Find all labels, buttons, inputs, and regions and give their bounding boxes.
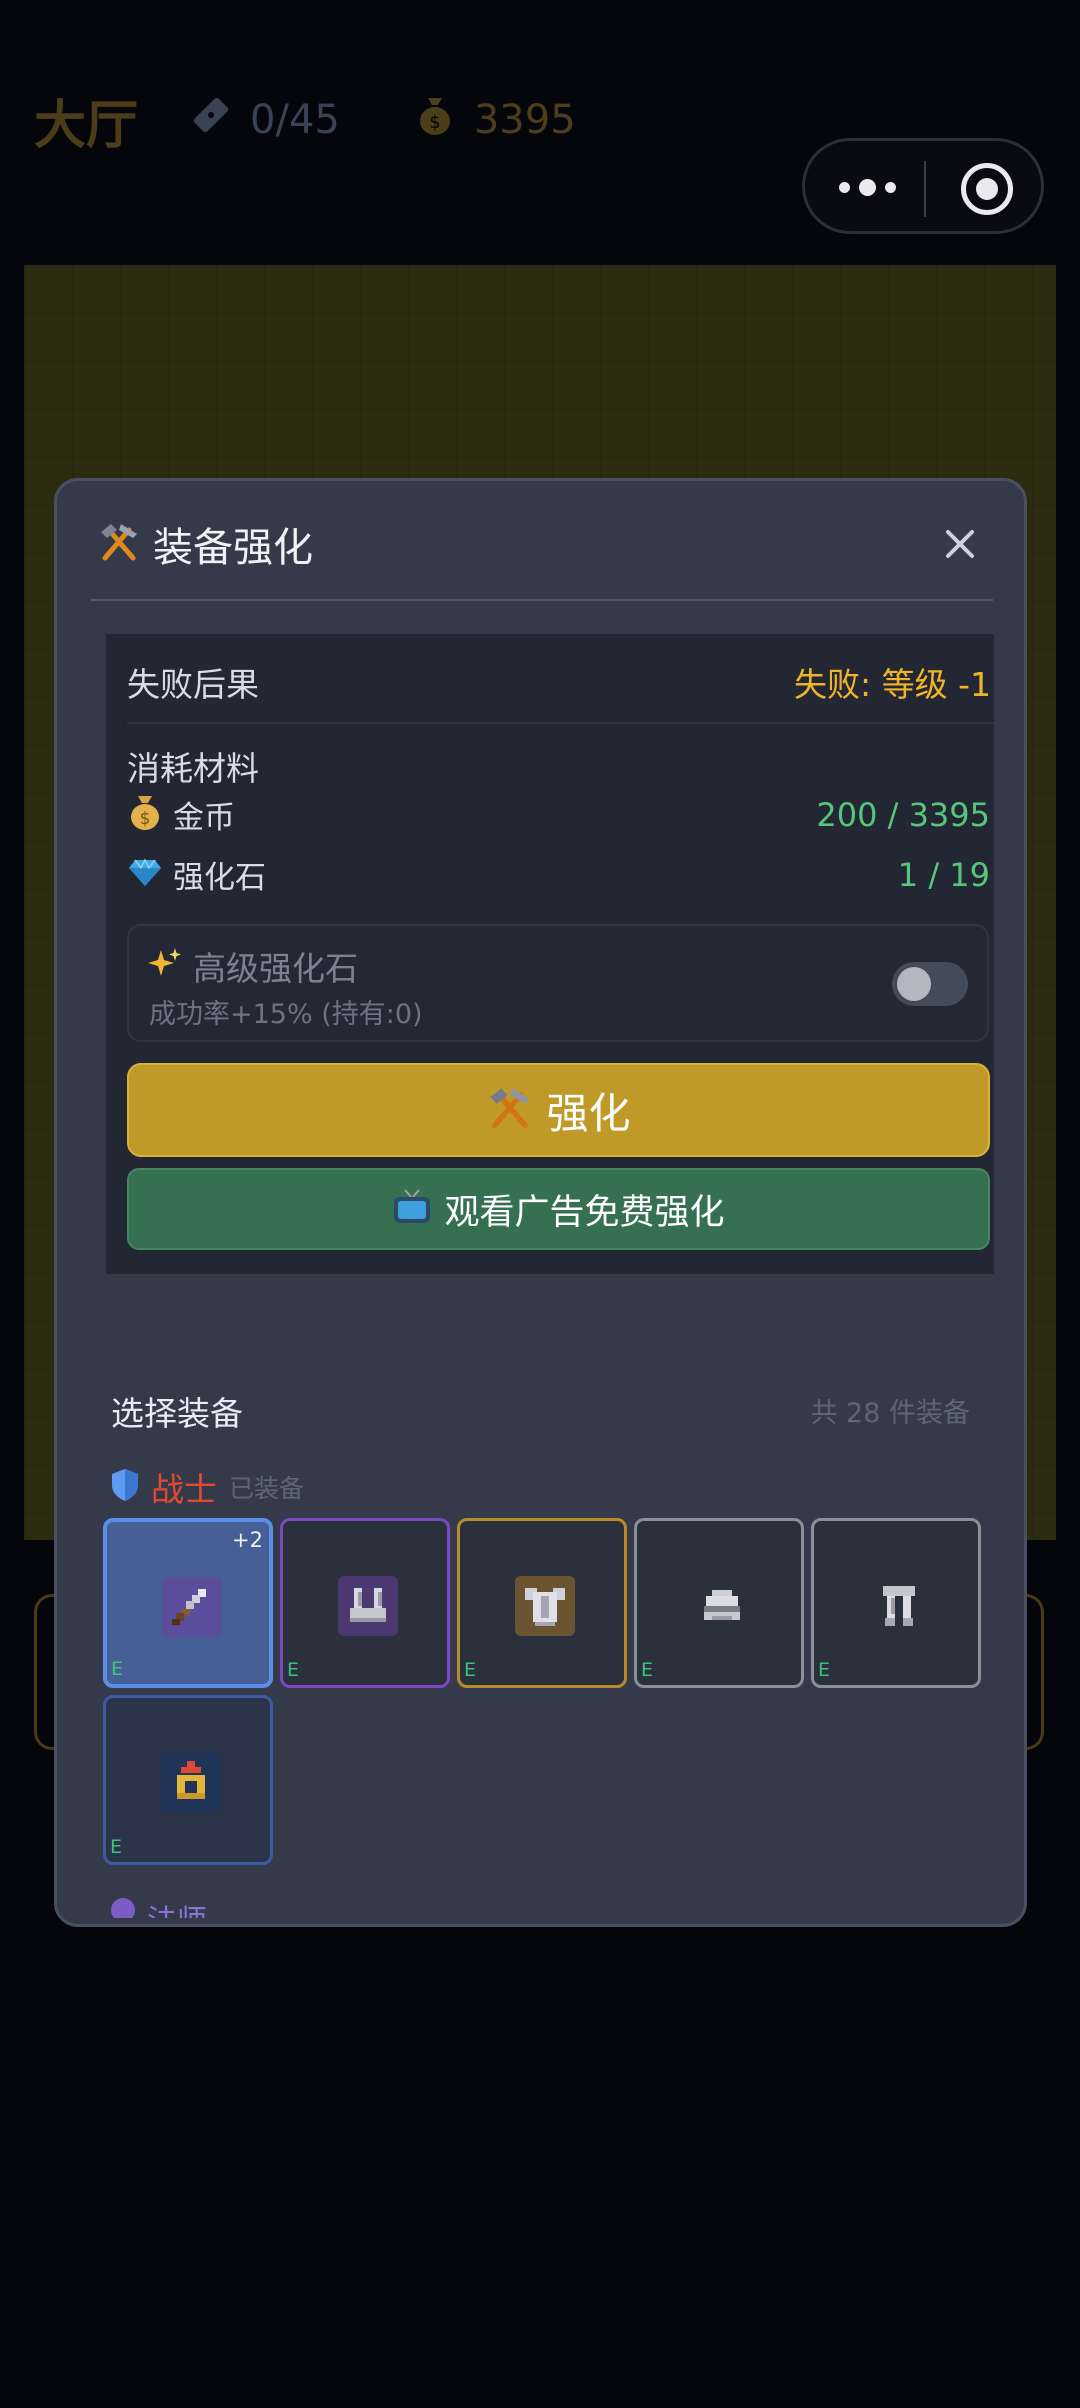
enhance-button[interactable]: 强化	[127, 1063, 990, 1157]
class-name: 战士	[151, 1470, 217, 1509]
mini-program-capsule	[802, 138, 1044, 234]
gold-amount: 3395	[473, 97, 576, 143]
watch-ad-button-label: 观看广告免费强化	[444, 1192, 725, 1233]
sword-icon	[162, 1577, 222, 1637]
equipment-slot[interactable]: E	[457, 1518, 627, 1688]
gold-label: 金币	[173, 799, 235, 836]
materials-title: 消耗材料	[127, 749, 259, 788]
equipped-tag: E	[641, 1659, 654, 1681]
hammer-pick-icon	[97, 520, 141, 568]
fail-consequence-row: 失败后果 失败: 等级 -1	[127, 634, 994, 724]
greaves-icon	[869, 1576, 929, 1636]
advanced-stone-toggle[interactable]	[892, 962, 968, 1006]
toggle-knob	[897, 967, 931, 1001]
equipment-slot[interactable]: E	[634, 1518, 804, 1688]
advanced-stone-title: 高级强化石	[147, 942, 358, 990]
equipped-tag: E	[111, 1658, 124, 1680]
modal-header: 装备强化	[57, 481, 1024, 599]
game-screen: 大厅 0/45 $ 3395 装备强化 失败后果 失败: 等级 -1 消耗材料 …	[0, 0, 1080, 2408]
helmet-icon	[692, 1576, 752, 1636]
enhance-button-label: 强化	[546, 1088, 631, 1138]
equipped-tag: E	[287, 1659, 300, 1681]
modal-title: 装备强化	[97, 515, 313, 573]
more-icon[interactable]	[839, 177, 899, 199]
equipped-tag: E	[110, 1836, 123, 1858]
hammer-pick-icon	[486, 1084, 534, 1136]
select-equipment-title: 选择装备	[111, 1394, 243, 1433]
equipment-slot[interactable]: E	[811, 1518, 981, 1688]
class-header-mage: 法师	[111, 1888, 411, 1918]
header-divider	[91, 599, 993, 601]
diamond-icon	[127, 854, 163, 894]
enhance-level-badge: +2	[232, 1528, 263, 1552]
shield-icon	[109, 1467, 141, 1507]
fail-label: 失败后果	[127, 665, 259, 704]
ticket-stat: 0/45	[188, 92, 340, 148]
next-class-name: 法师	[147, 1896, 207, 1918]
ticket-icon	[188, 92, 234, 148]
sparkles-icon	[147, 946, 183, 986]
hall-title: 大厅	[34, 95, 139, 156]
enhance-panel: 失败后果 失败: 等级 -1 消耗材料 $ 金币 200 / 3395 强化石 …	[106, 634, 994, 1274]
equipped-tag: E	[464, 1659, 477, 1681]
equipment-count: 共 28 件装备	[810, 1398, 970, 1429]
enhance-modal: 装备强化 失败后果 失败: 等级 -1 消耗材料 $ 金币 200 / 3395	[54, 478, 1027, 1927]
advanced-stone-label: 高级强化石	[193, 949, 358, 988]
gold-stat: $ 3395	[412, 92, 576, 148]
mage-class-icon	[111, 1898, 135, 1918]
equipment-slot[interactable]: E	[280, 1518, 450, 1688]
class-header-warrior: 战士 已装备	[109, 1463, 304, 1511]
svg-text:$: $	[429, 112, 440, 133]
fail-value: 失败: 等级 -1	[793, 665, 991, 704]
stone-label: 强化石	[173, 859, 266, 896]
money-bag-icon: $	[127, 793, 163, 835]
tv-icon	[392, 1188, 432, 1230]
svg-text:$: $	[140, 809, 151, 829]
capsule-divider	[924, 161, 926, 217]
ticket-count: 0/45	[250, 97, 340, 143]
gold-cost-row: $ 金币 200 / 3395	[127, 790, 994, 838]
chest-armor-icon	[515, 1576, 575, 1636]
close-icon[interactable]	[937, 521, 983, 567]
leg-armor-icon	[338, 1576, 398, 1636]
stone-cost-value: 1 / 19	[897, 856, 990, 894]
amulet-icon	[161, 1753, 221, 1813]
close-mini-program-icon[interactable]	[961, 163, 1013, 215]
money-bag-icon: $	[412, 92, 458, 148]
equipment-slot[interactable]: +2 E	[103, 1518, 273, 1688]
advanced-stone-option: 高级强化石 成功率+15% (持有:0)	[127, 924, 989, 1042]
modal-title-text: 装备强化	[153, 525, 313, 571]
watch-ad-button[interactable]: 观看广告免费强化	[127, 1168, 990, 1250]
gold-cost-value: 200 / 3395	[816, 796, 990, 834]
advanced-stone-subtitle: 成功率+15% (持有:0)	[149, 999, 423, 1030]
equipment-slot[interactable]: E	[103, 1695, 273, 1865]
top-bar: 大厅 0/45 $ 3395	[34, 84, 576, 156]
class-status: 已装备	[229, 1474, 305, 1503]
equipped-tag: E	[818, 1659, 831, 1681]
stone-cost-row: 强化石 1 / 19	[127, 850, 994, 898]
